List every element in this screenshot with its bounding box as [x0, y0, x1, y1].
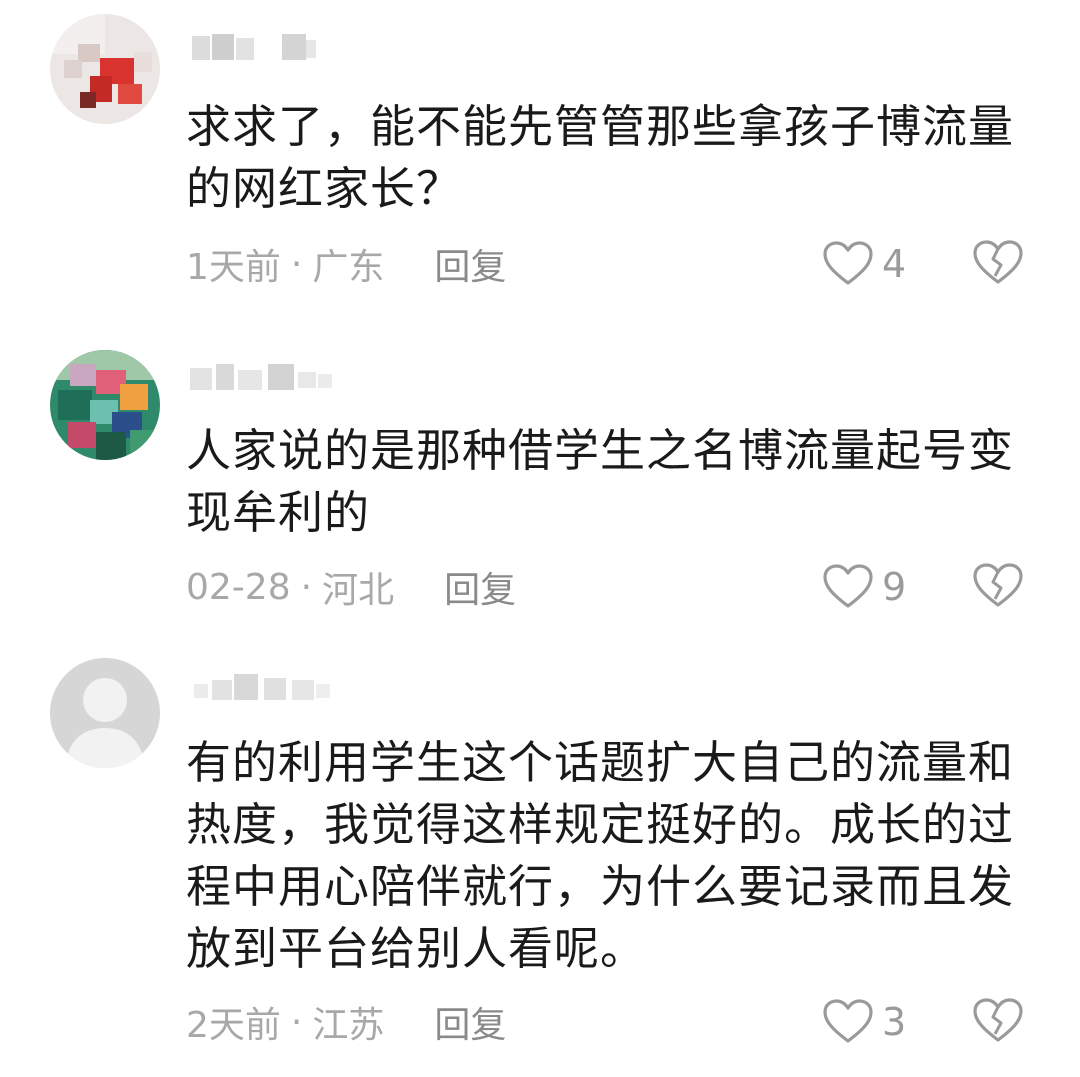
comment-meta: 1天前 · 广东 回复: [186, 239, 506, 289]
like-count: 9: [882, 565, 907, 609]
username-blurred[interactable]: [186, 30, 336, 64]
broken-heart-icon: [973, 563, 1023, 607]
like-button[interactable]: 9: [822, 562, 906, 612]
reply-button[interactable]: 回复: [444, 561, 516, 613]
avatar[interactable]: [50, 14, 160, 124]
comment-meta: 2天前 · 江苏 回复: [186, 997, 506, 1047]
username-blurred[interactable]: [186, 360, 346, 394]
heart-outline-icon: [823, 241, 873, 285]
comment-location: 河北: [322, 570, 395, 611]
comment-time: 1天前: [186, 247, 281, 288]
meta-separator: ·: [290, 1001, 303, 1043]
comment-item: 求求了，能不能先管管那些拿孩子博流量的网红家长？ 1天前 · 广东 回复 4: [0, 0, 1080, 320]
comment-item: 人家说的是那种借学生之名博流量起号变现牟利的 02-28 · 河北 回复 9: [0, 320, 1080, 650]
heart-outline-icon: [823, 999, 873, 1043]
comment-meta: 02-28 · 河北 回复: [186, 562, 516, 612]
broken-heart-icon: [973, 998, 1023, 1042]
comment-text: 人家说的是那种借学生之名博流量起号变现牟利的: [186, 424, 1015, 539]
dislike-button[interactable]: [972, 238, 1024, 288]
dislike-button[interactable]: [972, 996, 1024, 1046]
comment-time: 2天前: [186, 1005, 281, 1046]
like-button[interactable]: 4: [822, 239, 906, 289]
comment-item: 有的利用学生这个话题扩大自己的流量和热度，我觉得这样规定挺好的。成长的过程中用心…: [0, 650, 1080, 1077]
broken-heart-icon: [973, 240, 1023, 284]
dislike-button[interactable]: [972, 561, 1024, 611]
heart-outline-icon: [823, 564, 873, 608]
comment-text: 求求了，能不能先管管那些拿孩子博流量的网红家长？: [186, 100, 1015, 215]
comment-location: 江苏: [312, 1005, 385, 1046]
comment-time: 02-28: [186, 566, 291, 608]
like-button[interactable]: 3: [822, 997, 906, 1047]
username-blurred[interactable]: [186, 670, 346, 704]
like-count: 4: [882, 242, 907, 286]
avatar[interactable]: [50, 658, 160, 768]
reply-button[interactable]: 回复: [434, 996, 506, 1048]
comment-location: 广东: [312, 247, 385, 288]
avatar[interactable]: [50, 350, 160, 460]
meta-separator: ·: [300, 566, 313, 608]
meta-separator: ·: [290, 243, 303, 285]
like-count: 3: [882, 1000, 907, 1044]
reply-button[interactable]: 回复: [434, 238, 506, 290]
comment-text: 有的利用学生这个话题扩大自己的流量和热度，我觉得这样规定挺好的。成长的过程中用心…: [186, 736, 1015, 975]
